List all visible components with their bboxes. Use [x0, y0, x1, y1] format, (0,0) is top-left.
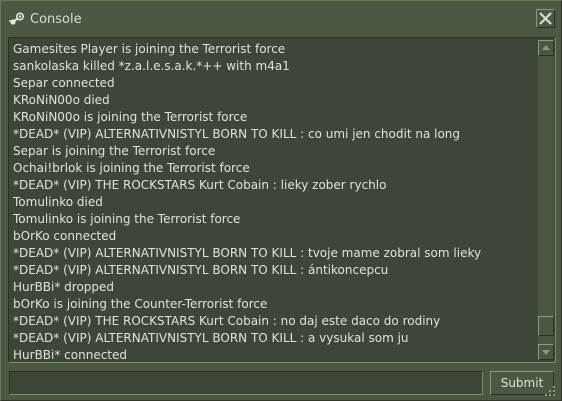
log-line: KRoNiN00o is joining the Terrorist force — [13, 110, 248, 124]
log-line: bOrKo connected — [13, 229, 117, 243]
scroll-down-arrow-icon — [542, 350, 550, 355]
steam-logo-icon — [9, 12, 25, 25]
log-scrollbar[interactable] — [538, 40, 554, 360]
log-line: *DEAD* (VIP) ALTERNATIVNISTYL BORN TO KI… — [13, 246, 482, 260]
log-line: Ochai!brlok is joining the Terrorist for… — [13, 161, 250, 175]
scroll-thumb[interactable] — [538, 316, 554, 336]
log-line: *DEAD* (VIP) THE ROCKSTARS Kurt Cobain :… — [13, 178, 387, 192]
log-line: Tomulinko died — [13, 195, 103, 209]
scroll-up-button[interactable] — [538, 40, 554, 56]
scroll-down-button[interactable] — [538, 344, 554, 360]
log-line: Separ is joining the Terrorist force — [13, 144, 216, 158]
log-line: *DEAD* (VIP) ALTERNATIVNISTYL BORN TO KI… — [13, 331, 409, 345]
resize-grip-icon[interactable] — [544, 385, 556, 397]
close-button[interactable] — [536, 9, 555, 28]
log-line: Tomulinko is joining the Terrorist force — [13, 212, 241, 226]
log-line: sankolaska killed *z.a.l.e.s.a.k.*++ wit… — [13, 59, 290, 73]
log-line: KRoNiN00o died — [13, 93, 110, 107]
log-line: HurBBi* dropped — [13, 280, 115, 294]
scroll-up-arrow-icon — [542, 45, 550, 50]
log-line: Gamesites Player is joining the Terroris… — [13, 42, 286, 56]
title-bar[interactable]: Console — [1, 1, 561, 37]
log-line: *DEAD* (VIP) ALTERNATIVNISTYL BORN TO KI… — [13, 127, 461, 141]
log-lines: Gamesites Player is joining the Terroris… — [13, 41, 533, 362]
log-line: Separ connected — [13, 76, 115, 90]
console-log[interactable]: Gamesites Player is joining the Terroris… — [8, 37, 556, 363]
console-window: Console Gamesites Player is joining the … — [0, 0, 562, 401]
log-line: bOrKo is joining the Counter-Terrorist f… — [13, 297, 268, 311]
log-line: HurBBi* connected — [13, 348, 128, 362]
command-input[interactable] — [9, 371, 483, 395]
close-x-icon — [539, 12, 552, 25]
window-title: Console — [30, 12, 82, 27]
log-line: *DEAD* (VIP) ALTERNATIVNISTYL BORN TO KI… — [13, 263, 389, 277]
log-line: *DEAD* (VIP) THE ROCKSTARS Kurt Cobain :… — [13, 314, 441, 328]
